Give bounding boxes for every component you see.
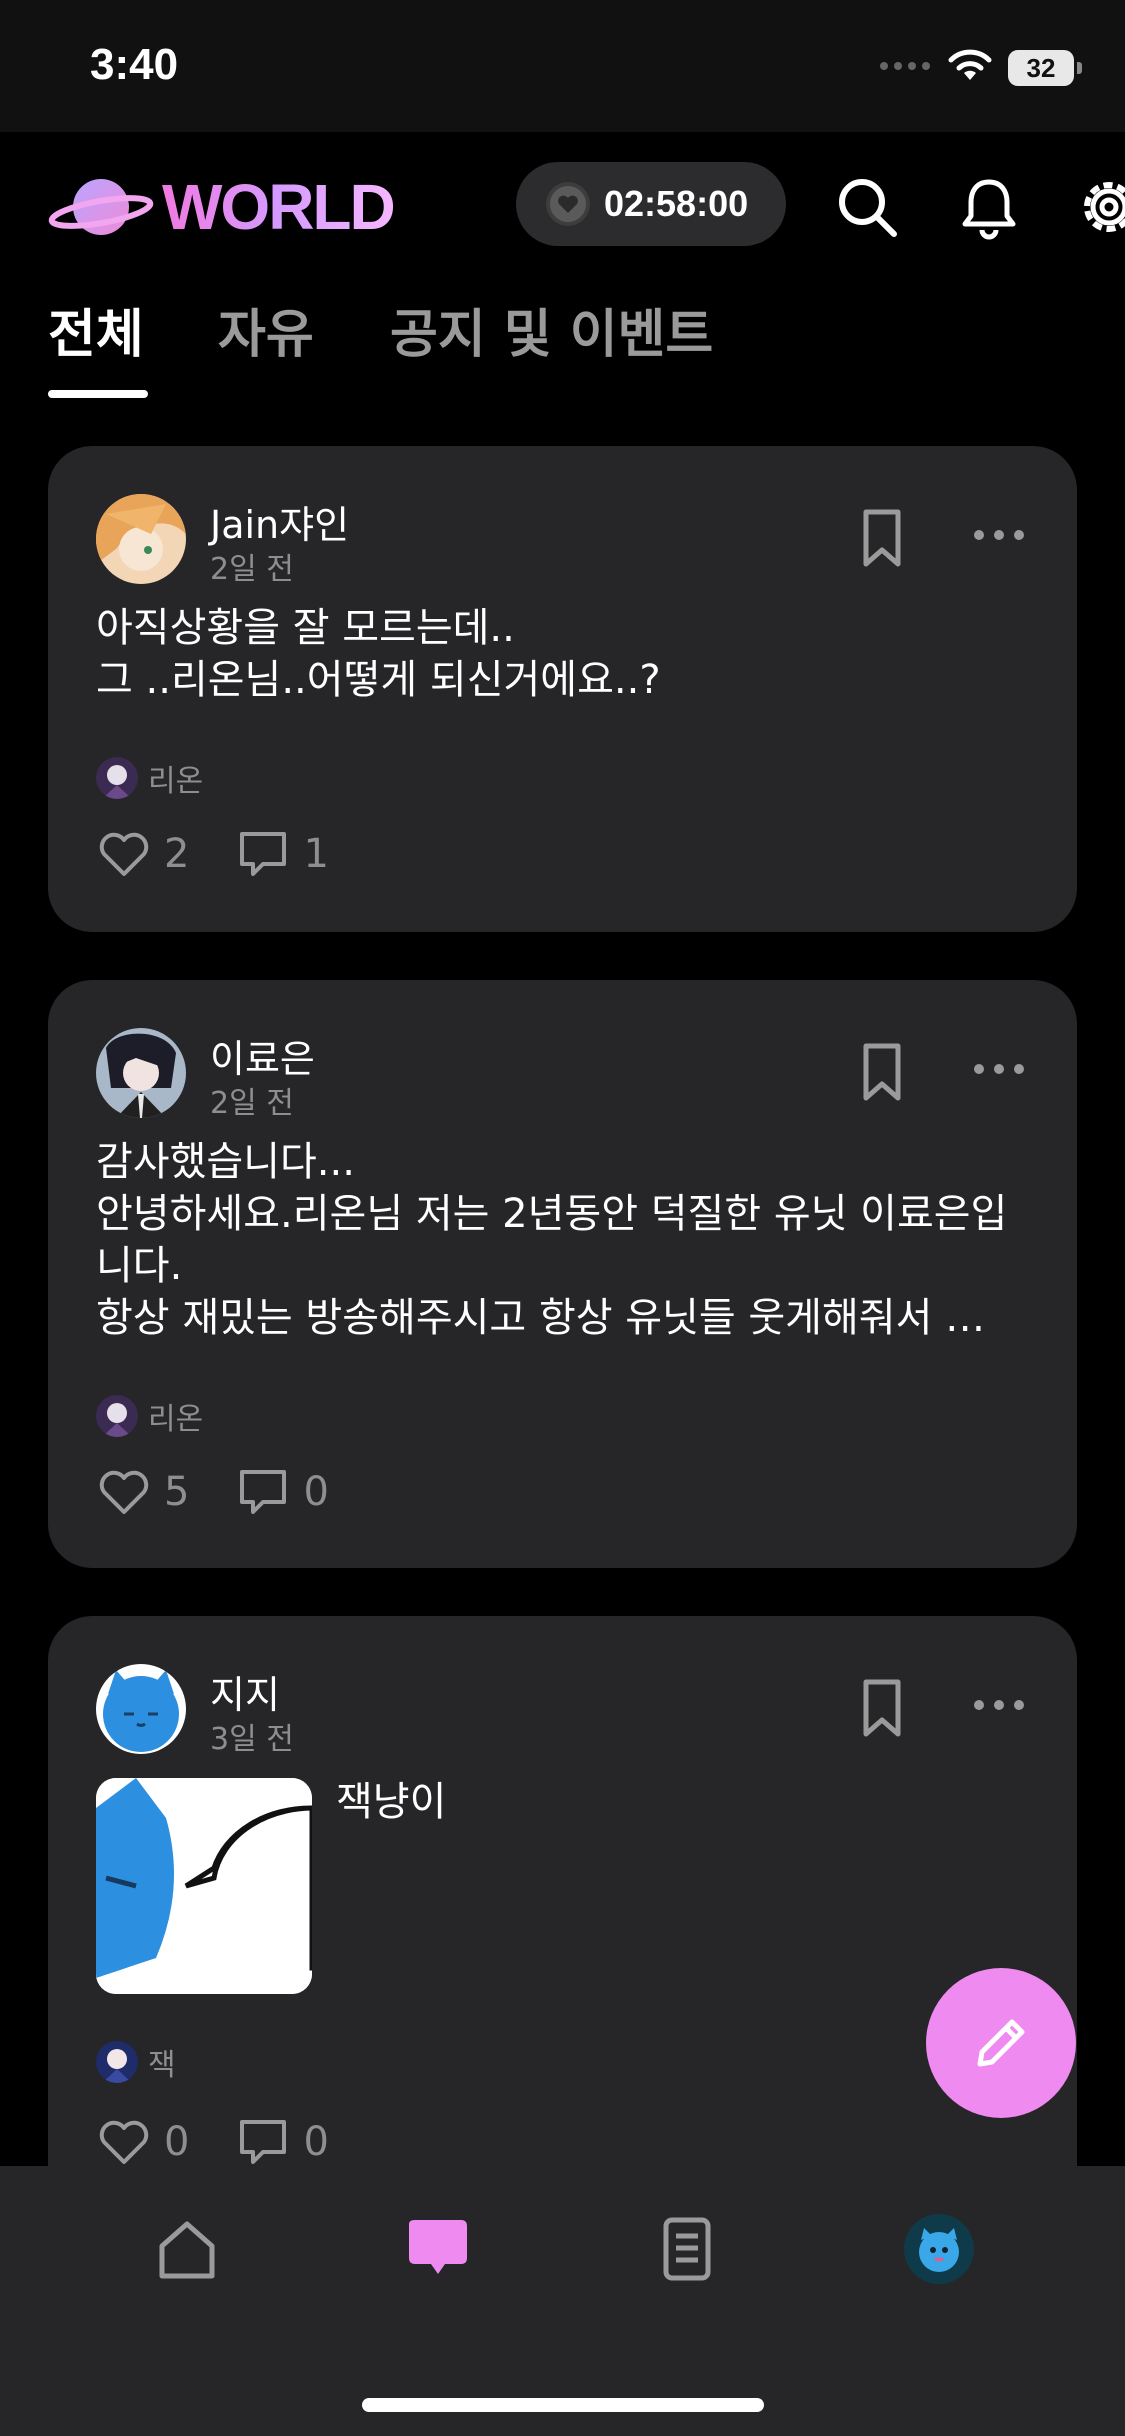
comment-count: 1	[303, 831, 329, 877]
tab-all[interactable]: 전체	[48, 292, 144, 367]
comment-button[interactable]: 0	[237, 1466, 329, 1518]
heart-icon	[99, 2120, 149, 2164]
comment-count: 0	[303, 2119, 329, 2165]
post-body: 잭냥이	[336, 1779, 447, 1825]
tag-label: 리온	[148, 764, 204, 799]
document-icon[interactable]	[652, 2214, 722, 2284]
bottom-nav	[0, 2166, 1125, 2436]
category-tabs: 전체 자유 공지 및 이벤트	[0, 282, 1125, 402]
post-body: 아직상황을 잘 모르는데.. 그 ..리온님..어떻게 되신거에요..?	[96, 605, 661, 703]
tag-avatar	[96, 1395, 138, 1437]
battery-icon: 32	[1008, 50, 1082, 86]
home-indicator	[362, 2398, 764, 2412]
avatar[interactable]	[96, 1664, 186, 1754]
gear-icon[interactable]	[1074, 172, 1125, 242]
app-header: WORLD 02:58:00	[0, 132, 1125, 282]
timer-text: 02:58:00	[604, 183, 749, 224]
like-button[interactable]: 0	[98, 2118, 189, 2166]
bell-icon[interactable]	[954, 172, 1024, 242]
post-card[interactable]: 지지 3일 전 잭냥이 잭 0 0	[48, 1616, 1077, 2256]
more-icon[interactable]	[974, 530, 1024, 540]
planet-icon	[48, 179, 154, 235]
pencil-icon	[977, 2019, 1025, 2067]
tag-label: 리온	[148, 1402, 204, 1437]
post-card[interactable]: Jain쟈인 2일 전 아직상황을 잘 모르는데.. 그 ..리온님..어떻게 …	[48, 446, 1077, 932]
tab-free[interactable]: 자유	[218, 292, 314, 367]
post-time: 2일 전	[210, 1086, 294, 1121]
comment-icon	[240, 2120, 287, 2164]
like-count: 5	[164, 1469, 190, 1515]
post-stats: 2 1	[98, 828, 377, 880]
like-count: 0	[164, 2119, 190, 2165]
like-button[interactable]: 5	[98, 1468, 189, 1516]
author-name[interactable]: 이료은	[210, 1028, 315, 1083]
tag-avatar	[96, 757, 138, 799]
chat-icon[interactable]	[403, 2214, 473, 2284]
comment-icon	[240, 832, 287, 876]
post-stats: 0 0	[98, 2116, 377, 2168]
profile-avatar[interactable]	[904, 2214, 974, 2284]
avatar[interactable]	[96, 1028, 186, 1118]
write-post-button[interactable]	[926, 1968, 1076, 2118]
wifi-icon	[948, 49, 992, 80]
status-bar: 3:40 32	[0, 0, 1125, 132]
tag-label: 잭	[148, 2048, 176, 2083]
comment-count: 0	[303, 1469, 329, 1515]
tab-underline	[48, 390, 148, 398]
more-icon[interactable]	[974, 1700, 1024, 1710]
timer-pill[interactable]: 02:58:00	[516, 162, 786, 246]
like-button[interactable]: 2	[98, 830, 189, 878]
comment-button[interactable]: 0	[237, 2116, 329, 2168]
author-name[interactable]: Jain쟈인	[210, 494, 349, 549]
comment-button[interactable]: 1	[237, 828, 329, 880]
tab-notice-event[interactable]: 공지 및 이벤트	[390, 292, 713, 367]
author-name[interactable]: 지지	[210, 1664, 280, 1719]
signal-icon	[880, 62, 930, 70]
tag-avatar	[96, 2041, 138, 2083]
bookmark-icon[interactable]	[860, 1678, 904, 1738]
post-time: 2일 전	[210, 552, 294, 587]
heart-icon	[99, 832, 149, 876]
home-icon[interactable]	[152, 2214, 222, 2284]
heart-icon	[99, 1470, 149, 1514]
bookmark-icon[interactable]	[860, 508, 904, 568]
search-icon[interactable]	[832, 172, 902, 242]
post-stats: 5 0	[98, 1466, 377, 1518]
tagged-user[interactable]: 리온	[96, 1394, 203, 1438]
heart-coin-icon	[546, 182, 590, 226]
post-thumbnail[interactable]	[96, 1778, 312, 1994]
bookmark-icon[interactable]	[860, 1042, 904, 1102]
tagged-user[interactable]: 리온	[96, 756, 203, 800]
comment-icon	[240, 1470, 287, 1514]
post-card[interactable]: 이료은 2일 전 감사했습니다... 안녕하세요.리온님 저는 2년동안 덕질한…	[48, 980, 1077, 1568]
like-count: 2	[164, 831, 190, 877]
more-icon[interactable]	[974, 1064, 1024, 1074]
status-time: 3:40	[90, 40, 179, 89]
post-time: 3일 전	[210, 1722, 294, 1757]
avatar[interactable]	[96, 494, 186, 584]
tagged-user[interactable]: 잭	[96, 2040, 176, 2084]
logo-text: WORLD	[162, 171, 396, 243]
post-body: 감사했습니다... 안녕하세요.리온님 저는 2년동안 덕질한 유닛 이료은입니…	[96, 1139, 1008, 1341]
world-logo[interactable]: WORLD	[48, 170, 396, 244]
